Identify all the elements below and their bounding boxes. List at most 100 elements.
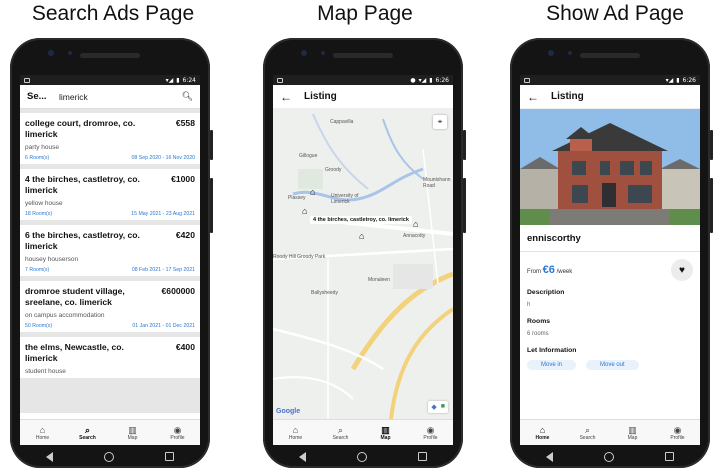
- nav-map-label: Map: [380, 434, 391, 441]
- status-bar: ▾◢ ▮ 6:24: [20, 75, 200, 85]
- map-view[interactable]: Cappavilla Gillogue Groody Mountshann Ro…: [273, 109, 453, 419]
- ad-description: on campus accommodation: [25, 312, 105, 319]
- notification-icon: [524, 77, 530, 83]
- ad-price: €420: [175, 230, 195, 240]
- home-button-icon[interactable]: [356, 451, 367, 462]
- bottom-nav: ⌂ Home ⌕ Search ▥ Map ◉ Profile: [520, 419, 700, 445]
- nav-map[interactable]: ▥ Map: [366, 425, 406, 441]
- ad-description: student house: [25, 368, 66, 375]
- recents-icon[interactable]: [165, 452, 175, 461]
- my-location-icon[interactable]: ⌖: [433, 115, 447, 129]
- home-button-icon[interactable]: [103, 451, 114, 462]
- maps-app-icon[interactable]: ■: [441, 403, 445, 411]
- list-item[interactable]: 6 the birches, castletroy, co. limerick €…: [20, 225, 200, 276]
- list-item[interactable]: 4 the birches, castletroy, co. limerick €…: [20, 169, 200, 220]
- page-title: Listing: [551, 91, 584, 102]
- recents-icon[interactable]: [418, 452, 428, 461]
- favorite-heart-icon[interactable]: ♥: [671, 259, 693, 281]
- list-item[interactable]: the elms, Newcastle, co. limerick €400 st…: [20, 337, 200, 378]
- nav-search-label: Search: [579, 434, 596, 441]
- google-logo: Google: [276, 408, 301, 415]
- nav-search[interactable]: ⌕ Search: [68, 425, 108, 441]
- home-icon: ⌂: [292, 424, 299, 435]
- nav-home[interactable]: ⌂ Home: [23, 425, 63, 441]
- nav-map-label: Map: [127, 434, 138, 441]
- ad-title: 6 the birches, castletroy, co. limerick: [25, 230, 140, 251]
- rooms-label: Rooms: [527, 318, 551, 325]
- time: 6:26: [435, 76, 449, 84]
- ad-rooms: 7 Room(s): [25, 267, 50, 273]
- nav-profile[interactable]: ◉ Profile: [158, 425, 198, 441]
- page-title: Se...: [27, 91, 47, 102]
- house-marker-icon[interactable]: ⌂: [302, 206, 307, 216]
- speaker: [580, 53, 640, 58]
- phone-search: ▾◢ ▮ 6:24 Se... limerick 🔍︎ college court,…: [10, 38, 213, 468]
- list-item[interactable]: dromroe student village, sreelane, co. l…: [20, 281, 200, 332]
- ad-dates: 01 Jan 2021 - 01 Dec 2021: [132, 323, 195, 329]
- arrow-back-icon[interactable]: ←: [527, 90, 539, 104]
- house-illustration: [520, 109, 700, 225]
- nav-profile[interactable]: ◉ Profile: [658, 425, 698, 441]
- sensor: [321, 51, 325, 55]
- price-amount: €6: [542, 264, 555, 276]
- move-in-chip[interactable]: Move in: [527, 360, 577, 370]
- nav-home-label: Home: [35, 434, 50, 441]
- nav-home[interactable]: ⌂ Home: [276, 425, 316, 441]
- ad-price: €558: [175, 118, 195, 128]
- map-label: Annacotty: [403, 233, 426, 239]
- move-out-chip[interactable]: Move out: [586, 360, 639, 370]
- search-icon[interactable]: 🔍︎: [182, 91, 193, 102]
- nav-map[interactable]: ▥ Map: [113, 425, 153, 441]
- house-marker-icon[interactable]: ⌂: [413, 219, 418, 229]
- speaker: [80, 53, 140, 58]
- nav-search[interactable]: ⌕ Search: [568, 425, 608, 441]
- nav-profile[interactable]: ◉ Profile: [411, 425, 451, 441]
- ad-title: 4 the birches, castletroy, co. limerick: [25, 174, 140, 195]
- side-button: [210, 178, 213, 233]
- side-button: [463, 130, 466, 160]
- let-chips: Move in Move out: [527, 360, 693, 370]
- map-info-window[interactable]: 4 the birches, castletroy, co. limerick: [310, 216, 412, 224]
- notification-icon: [24, 77, 30, 83]
- directions-icon[interactable]: ◆: [431, 403, 436, 411]
- divider: [520, 251, 700, 252]
- nav-search[interactable]: ⌕ Search: [321, 425, 361, 441]
- screen-search: ▾◢ ▮ 6:24 Se... limerick 🔍︎ college court,…: [20, 75, 200, 445]
- nav-home[interactable]: ⌂ Home: [523, 425, 563, 441]
- ad-rooms: 50 Room(s): [25, 323, 53, 329]
- time: 6:26: [682, 76, 696, 84]
- bottom-nav: ⌂ Home ⌕ Search ▥ Map ◉ Profile: [20, 419, 200, 445]
- caption-search: Search Ads Page: [31, 2, 195, 25]
- ad-rooms: 6 Room(s): [25, 155, 50, 161]
- phone-map: ● ▾◢ ▮ 6:26 ← Listing Cappavilla Gillogu…: [263, 38, 466, 468]
- arrow-back-icon[interactable]: ←: [280, 90, 292, 104]
- notification-icon: [277, 77, 283, 83]
- nav-map[interactable]: ▥ Map: [613, 425, 653, 441]
- status-bar: ● ▾◢ ▮ 6:26: [273, 75, 453, 85]
- nav-search-label: Search: [79, 434, 96, 441]
- sensor: [568, 51, 572, 55]
- nav-home-label: Home: [288, 434, 303, 441]
- house-photo: [520, 109, 700, 225]
- recents-icon[interactable]: [665, 452, 675, 461]
- signal-icon: ▾◢: [665, 76, 674, 84]
- list-item[interactable]: college court, dromroe, co. limerick €558…: [20, 113, 200, 164]
- nav-profile-label: Profile: [670, 434, 685, 441]
- house-marker-icon[interactable]: ⌂: [310, 187, 315, 197]
- screen-map: ● ▾◢ ▮ 6:26 ← Listing Cappavilla Gillogu…: [273, 75, 453, 445]
- back-icon[interactable]: [45, 451, 53, 462]
- search-input[interactable]: limerick: [59, 92, 182, 102]
- house-marker-icon[interactable]: ⌂: [359, 231, 364, 241]
- map-label: Mountshann Road: [423, 177, 451, 189]
- map-label: Monaleen: [368, 277, 390, 283]
- map-icon: ▥: [628, 424, 637, 435]
- home-button-icon[interactable]: [603, 451, 614, 462]
- ad-title: the elms, Newcastle, co. limerick: [25, 342, 124, 363]
- camera: [548, 50, 554, 56]
- map-label: Cappavilla: [330, 119, 354, 125]
- search-bar: Se... limerick 🔍︎: [20, 85, 200, 109]
- map-toolbar: ◆ ■: [428, 401, 448, 413]
- app-bar: ← Listing: [520, 85, 700, 109]
- back-icon[interactable]: [545, 451, 553, 462]
- back-icon[interactable]: [298, 451, 306, 462]
